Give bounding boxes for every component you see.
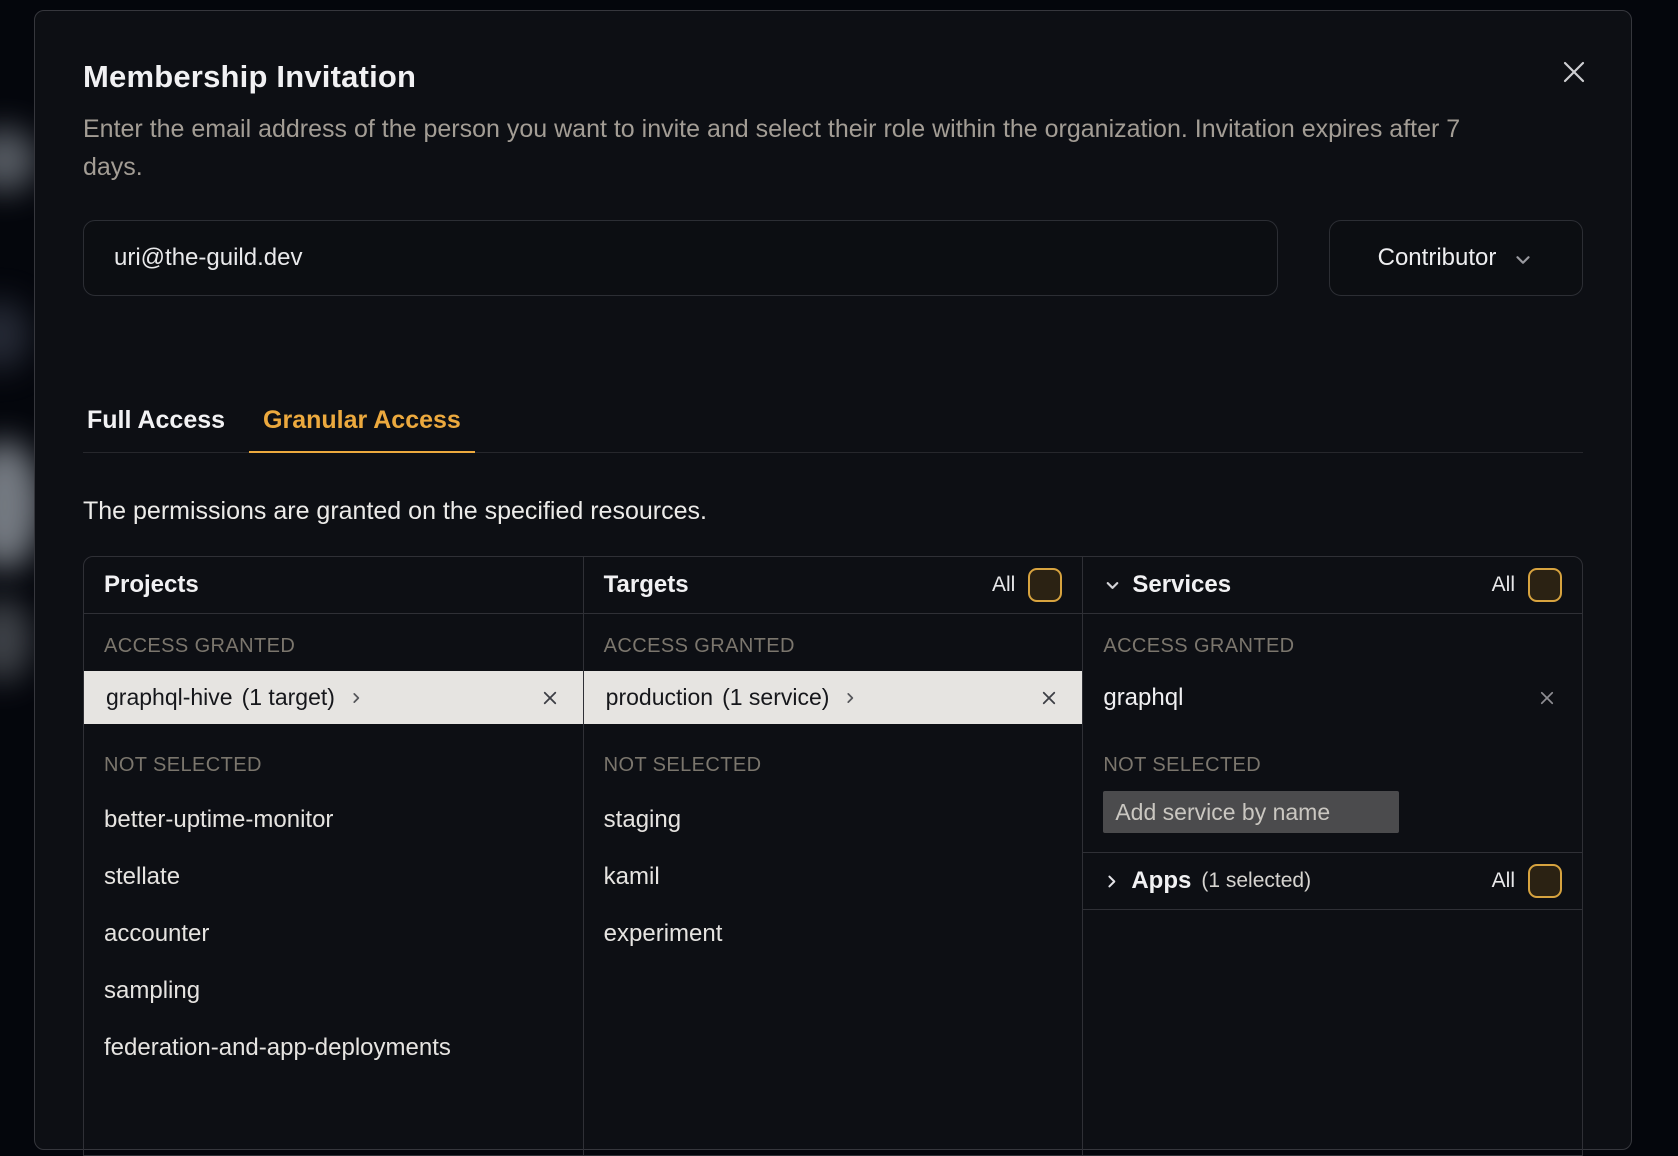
remove-service-button[interactable] [1536,687,1558,709]
project-item[interactable]: stellate [84,848,583,905]
projects-column-header: Projects [84,557,583,614]
tabs: Full Access Granular Access [83,406,1583,453]
targets-column: Targets All ACCESS GRANTED production (1… [583,557,1083,1155]
selected-project-name: graphql-hive [106,684,233,711]
email-input[interactable] [83,220,1278,296]
close-icon [541,689,559,707]
selected-project-row[interactable]: graphql-hive (1 target) [84,671,583,724]
tab-full-access[interactable]: Full Access [87,406,225,452]
all-apps-label: All [1492,869,1515,893]
background-blur-blob [0,300,30,370]
project-item[interactable]: federation-and-app-deployments [84,1019,583,1076]
role-select-value: Contributor [1378,244,1497,272]
projects-list: better-uptime-monitor stellate accounter… [84,791,583,1076]
projects-column: Projects ACCESS GRANTED graphql-hive (1 … [84,557,583,1155]
access-granted-label: ACCESS GRANTED [584,614,1083,658]
access-granted-label: ACCESS GRANTED [1083,614,1582,658]
close-icon [1538,689,1556,707]
add-service-input[interactable] [1103,791,1399,833]
targets-list: staging kamil experiment [584,791,1083,962]
selected-target-name: production [606,684,713,711]
apps-header: Apps [1131,867,1191,895]
targets-column-header: Targets All [584,557,1083,614]
membership-invitation-dialog: Membership Invitation Enter the email ad… [34,10,1632,1150]
chevron-right-icon [349,691,363,705]
selected-service-row[interactable]: graphql [1083,671,1582,724]
target-item[interactable]: kamil [584,848,1083,905]
chevron-down-icon[interactable] [1103,576,1122,595]
not-selected-label: NOT SELECTED [584,724,1083,777]
chevron-right-icon [1103,873,1120,890]
services-column: Services All ACCESS GRANTED graphql NOT … [1082,557,1582,1155]
select-all-services-checkbox[interactable] [1528,568,1562,602]
close-icon [1040,689,1058,707]
chevron-down-icon [1512,249,1534,271]
access-granted-label: ACCESS GRANTED [84,614,583,658]
tab-granular-access[interactable]: Granular Access [263,406,461,452]
select-all-apps-checkbox[interactable] [1528,864,1562,898]
dialog-description: Enter the email address of the person yo… [83,110,1507,186]
selected-target-row[interactable]: production (1 service) [584,671,1083,724]
selected-service-name: graphql [1103,684,1183,712]
target-item[interactable]: staging [584,791,1083,848]
project-item[interactable]: sampling [84,962,583,1019]
close-button[interactable] [1557,55,1591,89]
target-item[interactable]: experiment [584,905,1083,962]
dialog-title: Membership Invitation [83,11,1583,95]
role-select[interactable]: Contributor [1329,220,1583,296]
invite-row: Contributor [83,220,1583,296]
not-selected-label: NOT SELECTED [84,724,583,777]
close-icon [1561,59,1587,85]
selected-target-detail: (1 service) [722,684,829,711]
all-services-label: All [1492,573,1515,597]
selected-project-detail: (1 target) [242,684,335,711]
project-item[interactable]: accounter [84,905,583,962]
remove-target-button[interactable] [1038,687,1060,709]
resources-table: Projects ACCESS GRANTED graphql-hive (1 … [83,556,1583,1156]
background-blur-blob [0,128,38,192]
apps-selected-count: (1 selected) [1201,869,1311,893]
remove-project-button[interactable] [539,687,561,709]
project-item[interactable]: better-uptime-monitor [84,791,583,848]
chevron-right-icon [843,691,857,705]
services-column-header: Services All [1083,557,1582,614]
permissions-note: The permissions are granted on the speci… [83,497,1583,526]
apps-section-row[interactable]: Apps (1 selected) All [1083,852,1582,910]
background-blur-blob [0,598,32,682]
select-all-targets-checkbox[interactable] [1028,568,1062,602]
all-targets-label: All [992,573,1015,597]
not-selected-label: NOT SELECTED [1083,724,1582,777]
